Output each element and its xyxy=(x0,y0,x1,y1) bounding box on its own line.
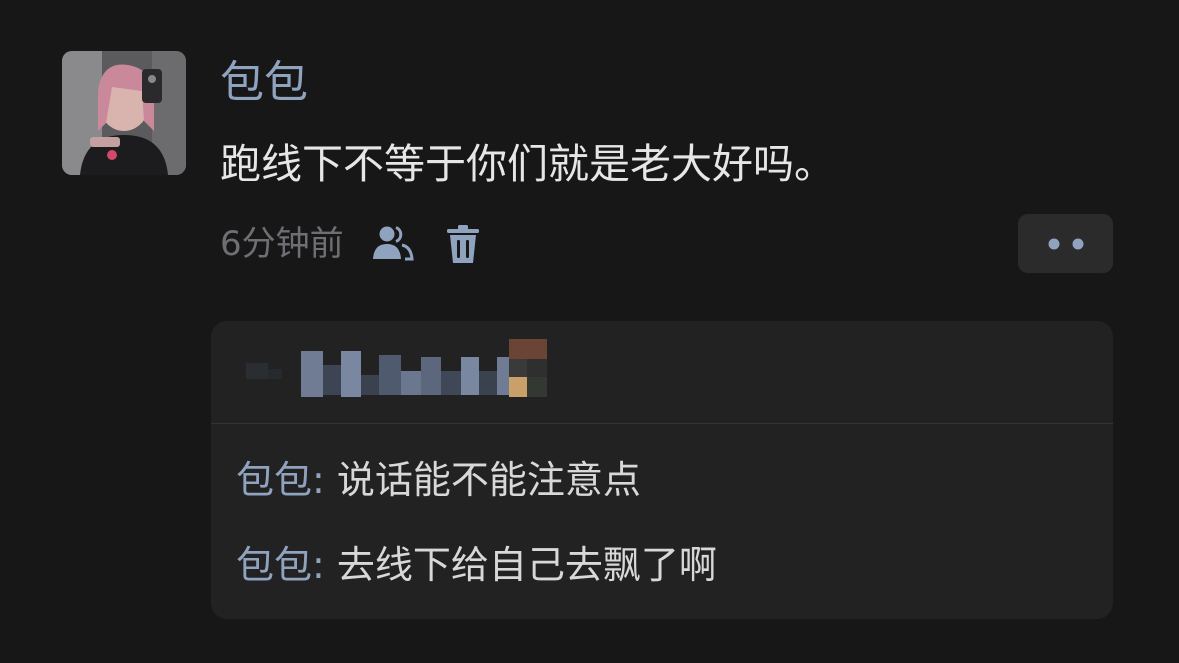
reply-text: 去线下给自己去飘了啊 xyxy=(336,543,717,587)
panel-header-obscured xyxy=(211,321,1113,423)
panel-divider xyxy=(211,423,1113,424)
user-avatar[interactable] xyxy=(62,51,186,175)
pixelated-header-image xyxy=(246,339,547,397)
more-options-button[interactable] xyxy=(1018,214,1113,273)
reply-separator: : xyxy=(312,458,325,502)
reply-author[interactable]: 包包 xyxy=(236,543,312,587)
reply-separator: : xyxy=(312,543,325,587)
trash-icon[interactable] xyxy=(440,222,486,266)
reply-item[interactable]: 包包: 去线下给自己去飘了啊 xyxy=(236,540,717,590)
avatar-photo-icon xyxy=(62,51,186,175)
post-meta: 6分钟前 xyxy=(220,222,486,266)
post-author[interactable]: 包包 xyxy=(220,54,308,112)
people-icon[interactable] xyxy=(370,222,416,266)
reply-text: 说话能不能注意点 xyxy=(336,458,641,502)
reply-author[interactable]: 包包 xyxy=(236,458,312,502)
post-timestamp: 6分钟前 xyxy=(220,224,344,264)
replies-panel: 包包: 说话能不能注意点 包包: 去线下给自己去飘了啊 xyxy=(211,321,1113,619)
reply-item[interactable]: 包包: 说话能不能注意点 xyxy=(236,455,641,505)
more-dots-icon xyxy=(1048,238,1083,249)
post-content: 跑线下不等于你们就是老大好吗。 xyxy=(220,140,835,188)
